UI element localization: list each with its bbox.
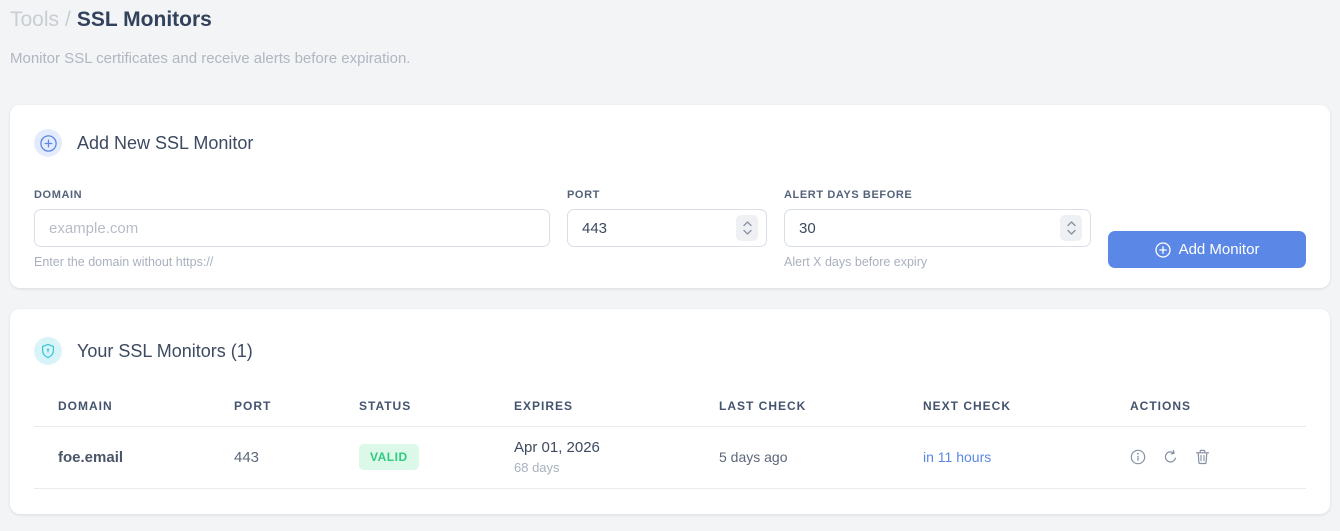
submit-column: Add Monitor — [1108, 231, 1306, 268]
add-monitor-button[interactable]: Add Monitor — [1108, 231, 1306, 268]
monitors-card: Your SSL Monitors (1) DOMAIN PORT STATUS… — [10, 309, 1330, 514]
port-field-group: PORT — [567, 189, 767, 247]
alert-days-label: ALERT DAYS BEFORE — [784, 189, 913, 201]
port-stepper[interactable] — [736, 215, 758, 241]
col-header-port: PORT — [234, 399, 359, 427]
port-input-wrap — [567, 209, 767, 247]
col-header-expires: EXPIRES — [514, 399, 719, 427]
cell-domain: foe.email — [34, 426, 234, 489]
trash-icon[interactable] — [1195, 449, 1210, 465]
monitors-title: Your SSL Monitors (1) — [77, 340, 253, 361]
row-actions — [1130, 449, 1294, 465]
table-row: foe.email 443 VALID Apr 01, 2026 68 days… — [34, 426, 1306, 489]
ssl-monitors-page: Tools / SSL Monitors Monitor SSL certifica… — [0, 0, 1340, 514]
plus-circle-icon — [34, 129, 62, 157]
port-label: PORT — [567, 189, 600, 201]
domain-field-group: DOMAIN Enter the domain without https:// — [34, 189, 550, 269]
table-header-row: DOMAIN PORT STATUS EXPIRES LAST CHECK NE… — [34, 399, 1306, 427]
add-monitor-title: Add New SSL Monitor — [77, 132, 254, 153]
add-monitor-button-label: Add Monitor — [1178, 241, 1260, 258]
breadcrumb: Tools / SSL Monitors — [10, 0, 1330, 33]
page-subtitle: Monitor SSL certificates and receive ale… — [10, 50, 411, 67]
info-icon[interactable] — [1130, 449, 1146, 465]
expires-date: Apr 01, 2026 — [514, 439, 600, 456]
col-header-status: STATUS — [359, 399, 514, 427]
domain-label: DOMAIN — [34, 189, 83, 201]
cell-last-check: 5 days ago — [719, 426, 923, 489]
alert-days-input[interactable] — [785, 210, 1090, 246]
cell-next-check: in 11 hours — [923, 426, 1130, 489]
col-header-actions: ACTIONS — [1130, 399, 1306, 427]
add-monitor-form: DOMAIN Enter the domain without https://… — [34, 189, 1306, 269]
col-header-domain: DOMAIN — [34, 399, 234, 427]
shield-lock-icon — [34, 337, 62, 365]
col-header-next-check: NEXT CHECK — [923, 399, 1130, 427]
breadcrumb-tools-link[interactable]: Tools — [10, 8, 59, 31]
alert-days-hint: Alert X days before expiry — [784, 255, 928, 269]
col-header-last-check: LAST CHECK — [719, 399, 923, 427]
cell-port: 443 — [234, 426, 359, 489]
domain-input-wrap — [34, 209, 550, 247]
monitors-table: DOMAIN PORT STATUS EXPIRES LAST CHECK NE… — [34, 399, 1306, 489]
add-monitor-header: Add New SSL Monitor — [34, 129, 1306, 157]
expires-days-remaining: 68 days — [514, 460, 560, 475]
alert-days-field-group: ALERT DAYS BEFORE Alert X days before ex… — [784, 189, 1091, 269]
domain-hint: Enter the domain without https:// — [34, 255, 214, 269]
cell-actions — [1130, 426, 1306, 489]
breadcrumb-separator: / — [65, 8, 71, 31]
alert-days-stepper[interactable] — [1060, 215, 1082, 241]
alert-days-input-wrap — [784, 209, 1091, 247]
cell-expires: Apr 01, 2026 68 days — [514, 426, 719, 489]
page-title: SSL Monitors — [76, 8, 212, 31]
cell-status: VALID — [359, 426, 514, 489]
refresh-icon[interactable] — [1163, 449, 1178, 465]
domain-input[interactable] — [35, 210, 549, 246]
status-badge: VALID — [359, 444, 419, 470]
monitors-header: Your SSL Monitors (1) — [34, 337, 1306, 365]
plus-circle-icon — [1154, 241, 1171, 258]
add-monitor-card: Add New SSL Monitor DOMAIN Enter the dom… — [10, 105, 1330, 288]
